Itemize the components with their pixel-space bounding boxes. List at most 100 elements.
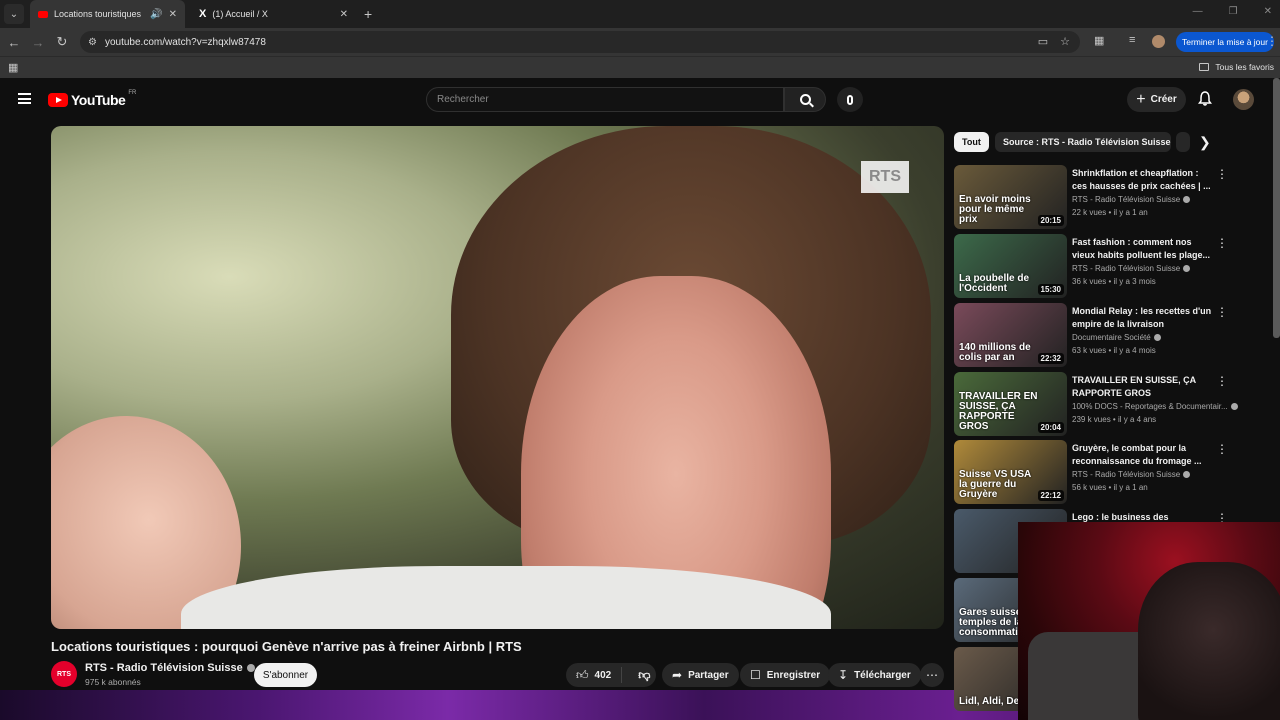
- video-duration: 20:04: [1037, 422, 1064, 433]
- recommendation-item[interactable]: TRAVAILLER EN SUISSE, ÇA RAPPORTE GROS 2…: [954, 372, 1272, 436]
- menu-icon[interactable]: [18, 93, 31, 104]
- thumbnail-caption: TRAVAILLER EN SUISSE, ÇA RAPPORTE GROS: [959, 391, 1038, 432]
- recommendation-thumbnail[interactable]: TRAVAILLER EN SUISSE, ÇA RAPPORTE GROS 2…: [954, 372, 1067, 436]
- recommendation-item[interactable]: La poubelle de l'Occident 15:30 Fast fas…: [954, 234, 1272, 298]
- webcam-overlay: [1018, 522, 1280, 720]
- recommendation-item[interactable]: Suisse VS USA la guerre du Gruyère 22:12…: [954, 440, 1272, 504]
- share-button[interactable]: ➦ Partager: [662, 663, 739, 687]
- recommendation-thumbnail[interactable]: En avoir moins pour le même prix 20:15: [954, 165, 1067, 229]
- site-info-icon[interactable]: ⚙: [88, 37, 97, 48]
- more-actions-button[interactable]: ⋯: [920, 663, 944, 687]
- verified-icon: [1230, 403, 1238, 410]
- share-label: Partager: [688, 669, 729, 681]
- video-player[interactable]: RTS: [51, 126, 944, 629]
- download-label: Télécharger: [854, 669, 911, 681]
- recommendation-thumbnail[interactable]: 140 millions de colis par an 22:32: [954, 303, 1067, 367]
- notifications-bell-icon[interactable]: [1198, 91, 1212, 106]
- youtube-header: YouTube FR Rechercher + Créer: [0, 78, 1280, 122]
- recommendation-meta: 239 k vues • il y a 4 ans: [1072, 415, 1157, 424]
- share-icon: ➦: [672, 668, 683, 682]
- recommendation-item[interactable]: 140 millions de colis par an 22:32 Mondi…: [954, 303, 1272, 367]
- apps-grid-icon[interactable]: ▦: [8, 61, 18, 74]
- more-options-icon[interactable]: ⋮: [1216, 167, 1228, 181]
- more-options-icon[interactable]: ⋮: [1216, 374, 1228, 388]
- more-options-icon[interactable]: ⋮: [1216, 305, 1228, 319]
- recommendation-channel[interactable]: 100% DOCS - Reportages & Documentair...: [1072, 402, 1238, 411]
- more-options-icon[interactable]: ⋮: [1216, 442, 1228, 456]
- like-button[interactable]: 👍︎ 402: [566, 667, 623, 683]
- browser-tab-strip: ⌄ Locations touristiques : pou 🔊 ✕ X (1)…: [0, 0, 1280, 28]
- recommendation-channel-text: Documentaire Société: [1072, 333, 1151, 342]
- channel-name[interactable]: RTS - Radio Télévision Suisse: [85, 662, 255, 674]
- new-tab-button[interactable]: +: [364, 6, 372, 22]
- user-avatar[interactable]: [1233, 89, 1254, 110]
- rts-watermark: RTS: [861, 161, 909, 193]
- recommendation-meta: 56 k vues • il y a 1 an: [1072, 483, 1148, 492]
- chip-partial[interactable]: [1176, 132, 1190, 152]
- all-bookmarks-button[interactable]: Tous les favoris: [1199, 62, 1274, 72]
- back-icon[interactable]: ←: [2, 35, 26, 50]
- speaker-icon[interactable]: 🔊: [150, 9, 162, 20]
- search-input[interactable]: Rechercher: [426, 87, 784, 112]
- recommendation-thumbnail[interactable]: Suisse VS USA la guerre du Gruyère 22:12: [954, 440, 1067, 504]
- chevron-right-icon[interactable]: ❯: [1199, 134, 1211, 151]
- browser-tab-x[interactable]: X (1) Accueil / X ✕: [191, 0, 356, 28]
- url-bar[interactable]: ⚙ youtube.com/watch?v=zhqxlw87478 ▭ ☆: [80, 31, 1080, 53]
- update-button[interactable]: Terminer la mise à jour: [1176, 32, 1274, 52]
- like-dislike-group: 👍︎ 402 👎︎: [566, 663, 656, 687]
- recommendation-meta: 36 k vues • il y a 3 mois: [1072, 277, 1156, 286]
- recommendation-meta: 22 k vues • il y a 1 an: [1072, 208, 1148, 217]
- recommendation-channel[interactable]: Documentaire Société: [1072, 333, 1161, 342]
- recommendation-title[interactable]: TRAVAILLER EN SUISSE, ÇA RAPPORTE GROS: [1072, 374, 1212, 400]
- close-tab-icon[interactable]: ✕: [169, 9, 177, 20]
- search-button[interactable]: [784, 87, 826, 112]
- recommendation-thumbnail[interactable]: La poubelle de l'Occident 15:30: [954, 234, 1067, 298]
- download-button[interactable]: ↧ Télécharger: [828, 663, 921, 687]
- reading-list-icon[interactable]: ≡: [1129, 34, 1135, 46]
- recommendation-title[interactable]: Mondial Relay : les recettes d'un empire…: [1072, 305, 1212, 331]
- page-scrollbar[interactable]: [1273, 78, 1280, 338]
- close-tab-icon[interactable]: ✕: [340, 9, 348, 20]
- extensions-icon[interactable]: ▦: [1094, 34, 1104, 47]
- recommendation-title[interactable]: Gruyère, le combat pour la reconnaissanc…: [1072, 442, 1212, 468]
- folder-icon: [1199, 63, 1210, 71]
- profile-avatar[interactable]: [1152, 35, 1165, 48]
- save-label: Enregistrer: [766, 669, 821, 681]
- restore-icon[interactable]: ❐: [1229, 6, 1238, 17]
- bookmark-star-icon[interactable]: ☆: [1060, 35, 1070, 48]
- forward-icon[interactable]: →: [26, 35, 50, 50]
- video-duration: 15:30: [1037, 284, 1064, 295]
- recommendation-channel[interactable]: RTS - Radio Télévision Suisse: [1072, 195, 1191, 204]
- recommendation-title[interactable]: Shrinkflation et cheapflation : ces haus…: [1072, 167, 1212, 193]
- window-controls: — ❐ ✕: [1193, 6, 1272, 17]
- chip-all[interactable]: Tout: [954, 132, 989, 152]
- recommendation-title[interactable]: Fast fashion : comment nos vieux habits …: [1072, 236, 1212, 262]
- search-icon: [799, 94, 811, 105]
- voice-search-button[interactable]: [837, 87, 863, 112]
- channel-avatar[interactable]: RTS: [51, 661, 77, 687]
- recommendation-channel[interactable]: RTS - Radio Télévision Suisse: [1072, 264, 1191, 273]
- recommendation-channel[interactable]: RTS - Radio Télévision Suisse: [1072, 470, 1191, 479]
- youtube-logo[interactable]: YouTube FR: [48, 90, 136, 108]
- recommendation-item[interactable]: En avoir moins pour le même prix 20:15 S…: [954, 165, 1272, 229]
- close-window-icon[interactable]: ✕: [1264, 6, 1272, 17]
- logo-text: YouTube: [71, 92, 126, 108]
- minimize-icon[interactable]: —: [1193, 6, 1203, 17]
- tab-title: (1) Accueil / X: [212, 9, 268, 19]
- like-count: 402: [594, 669, 612, 681]
- recommendation-channel-text: RTS - Radio Télévision Suisse: [1072, 195, 1181, 204]
- create-button[interactable]: + Créer: [1127, 87, 1186, 112]
- install-app-icon[interactable]: ▭: [1038, 35, 1048, 48]
- reload-icon[interactable]: ↻: [50, 34, 74, 50]
- address-toolbar: ← → ↻ ⚙ youtube.com/watch?v=zhqxlw87478 …: [0, 28, 1280, 56]
- browser-menu-icon[interactable]: ⋮: [1266, 34, 1278, 48]
- subscribe-button[interactable]: S'abonner: [254, 663, 317, 687]
- x-favicon-icon: X: [199, 8, 207, 20]
- chip-source[interactable]: Source : RTS - Radio Télévision Suisse: [995, 132, 1171, 152]
- save-button[interactable]: ☐ Enregistrer: [740, 663, 831, 687]
- thumbs-up-icon: 👍︎: [576, 667, 589, 682]
- tab-search-button[interactable]: ⌄: [4, 4, 24, 24]
- more-options-icon[interactable]: ⋮: [1216, 236, 1228, 250]
- browser-tab-youtube[interactable]: Locations touristiques : pou 🔊 ✕: [30, 0, 185, 28]
- dislike-button[interactable]: 👎︎: [628, 668, 660, 683]
